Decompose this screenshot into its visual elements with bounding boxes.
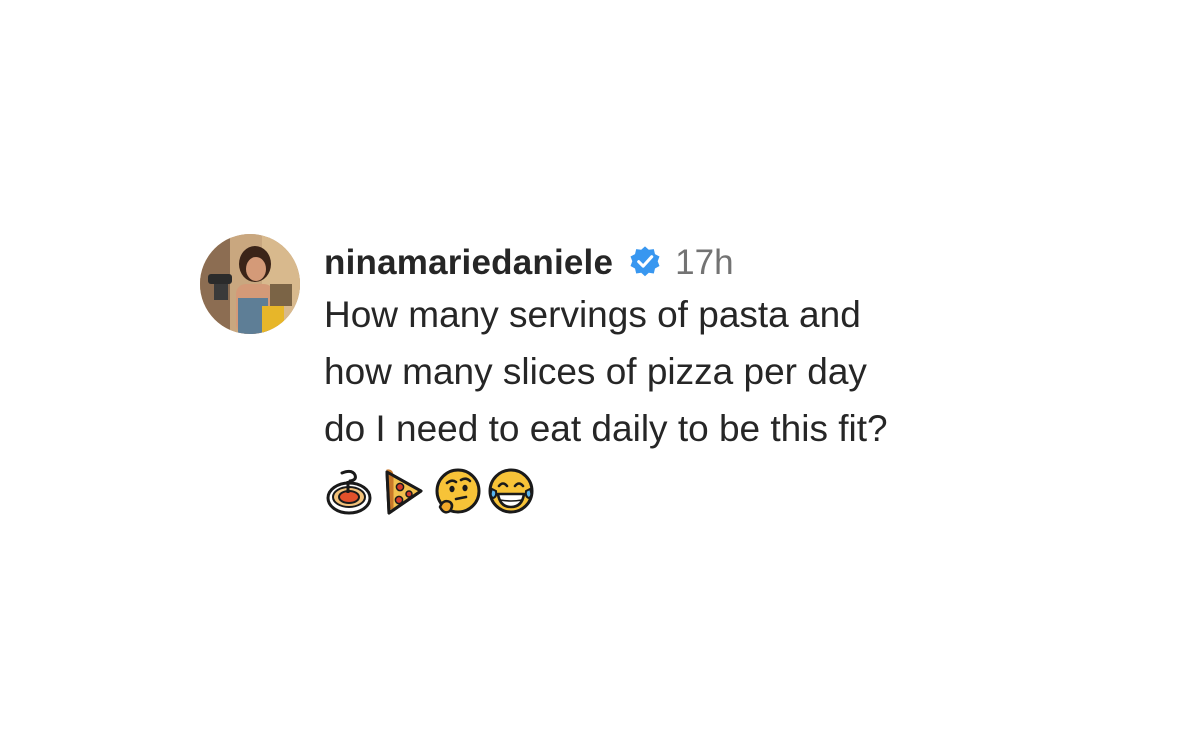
tears-of-joy-icon [486,467,536,517]
username-link[interactable]: ninamariedaniele [324,243,613,283]
comment-text-line: how many slices of pizza per day [324,351,867,392]
comment-text-line: How many servings of pasta and [324,294,861,335]
pizza-icon [378,467,428,517]
avatar-photo [200,234,300,334]
avatar[interactable] [200,234,300,334]
thinking-face-icon [432,467,482,517]
comment-header: ninamariedaniele 17h [324,240,888,286]
comment-text-line: do I need to eat daily to be this fit? [324,408,888,449]
emoji-row [324,465,888,519]
comment-text: How many servings of pasta and how many … [324,286,888,457]
timestamp[interactable]: 17h [675,243,733,283]
comment-body: ninamariedaniele 17h How many servings o… [324,234,888,519]
verified-badge-icon [627,245,663,281]
spaghetti-icon [324,467,374,517]
comment: ninamariedaniele 17h How many servings o… [200,234,888,519]
